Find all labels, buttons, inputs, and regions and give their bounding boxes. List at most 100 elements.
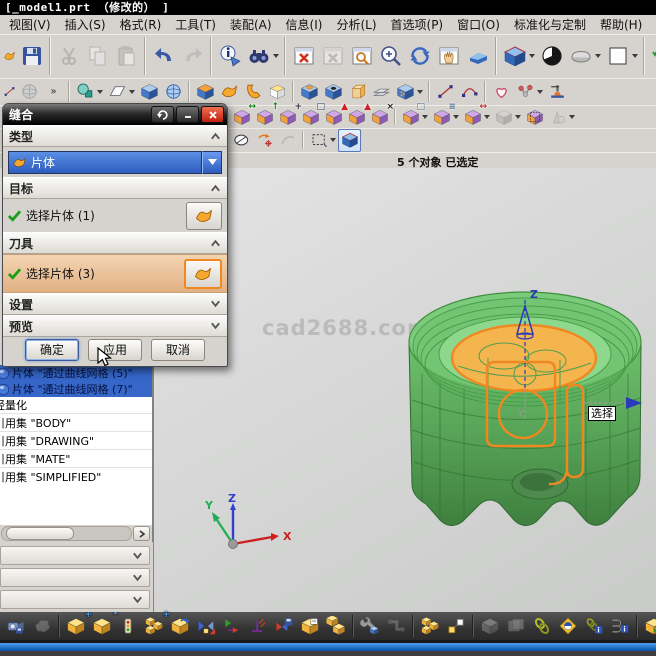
gray-feature-dropdown[interactable] bbox=[515, 115, 521, 122]
scrollbar-thumb[interactable] bbox=[6, 527, 74, 540]
expressions-dropdown[interactable] bbox=[537, 90, 543, 97]
interference-check-icon[interactable] bbox=[245, 613, 271, 639]
paste-face-icon[interactable]: ≡ bbox=[430, 105, 453, 128]
crown-face[interactable] bbox=[452, 325, 596, 391]
section-tool[interactable]: 刀具 bbox=[3, 232, 227, 254]
rectangle-select-icon[interactable] bbox=[307, 129, 330, 152]
link-information-icon[interactable]: i bbox=[581, 613, 607, 639]
curve-rule-icon[interactable] bbox=[276, 129, 299, 152]
window-inactive-icon[interactable] bbox=[318, 42, 347, 71]
paste-face-dropdown[interactable] bbox=[453, 115, 459, 122]
snap-enabled-icon[interactable] bbox=[338, 129, 361, 152]
find-component-icon[interactable] bbox=[244, 42, 273, 71]
shaded-display-icon[interactable] bbox=[500, 42, 529, 71]
menu-item-9[interactable]: 标准化与定制 bbox=[507, 15, 593, 34]
spline-heart-icon[interactable] bbox=[489, 80, 513, 104]
cancel-button[interactable]: 取消 bbox=[151, 339, 205, 361]
datum-csys-icon[interactable] bbox=[17, 80, 41, 104]
navigator-item-6[interactable]: 引用集 "SIMPLIFIED" bbox=[0, 467, 152, 485]
toolbar-overflow-icon[interactable]: » bbox=[41, 80, 65, 104]
fit-view-icon[interactable] bbox=[463, 42, 492, 71]
dialog-title-bar[interactable]: 缝合 bbox=[3, 104, 227, 125]
sketch-icon[interactable] bbox=[73, 80, 97, 104]
background-plain-dropdown[interactable] bbox=[632, 54, 638, 61]
joint-gray-icon[interactable] bbox=[383, 613, 409, 639]
section-settings[interactable]: 设置 bbox=[3, 293, 227, 315]
datum-plane-dropdown[interactable] bbox=[129, 90, 135, 97]
menu-item-6[interactable]: 分析(L) bbox=[329, 15, 383, 34]
expressions-icon[interactable] bbox=[513, 80, 537, 104]
assembly-tools-icon[interactable] bbox=[357, 613, 383, 639]
section-target[interactable]: 目标 bbox=[3, 177, 227, 199]
swept-sheet-icon[interactable] bbox=[217, 80, 241, 104]
section-preview[interactable]: 预览 bbox=[3, 315, 227, 337]
redo-icon[interactable] bbox=[178, 42, 207, 71]
copy-face-dropdown[interactable] bbox=[422, 115, 428, 122]
component-pair-icon[interactable] bbox=[323, 613, 349, 639]
section-type[interactable]: 类型 bbox=[3, 125, 227, 147]
datum-plane-icon[interactable] bbox=[105, 80, 129, 104]
type-dropdown-arrow[interactable] bbox=[202, 151, 222, 174]
relations-browser-icon[interactable]: i bbox=[607, 613, 633, 639]
wave-geometry-linker-icon[interactable] bbox=[555, 613, 581, 639]
gray-cube-a-icon[interactable] bbox=[477, 613, 503, 639]
replace-face-icon[interactable]: □ bbox=[299, 105, 322, 128]
section-clam-dropdown[interactable] bbox=[595, 54, 601, 61]
hole-icon[interactable] bbox=[321, 80, 345, 104]
collapsed-panel-3[interactable] bbox=[0, 590, 150, 609]
line-curve-icon[interactable] bbox=[433, 80, 457, 104]
datum-stamp-icon[interactable] bbox=[545, 80, 569, 104]
trim-sheet-icon[interactable] bbox=[369, 80, 393, 104]
delete-body-icon[interactable]: × bbox=[368, 105, 391, 128]
arc-curve-icon[interactable] bbox=[457, 80, 481, 104]
paste-icon[interactable] bbox=[112, 42, 141, 71]
scroll-right-button[interactable] bbox=[133, 526, 150, 541]
scrollbar-track[interactable] bbox=[1, 526, 132, 541]
navigator-item-0[interactable]: 片体 "通过曲线网格 (5)" bbox=[0, 365, 152, 381]
offset-region-icon[interactable]: + bbox=[276, 105, 299, 128]
render-style-icon[interactable] bbox=[537, 42, 566, 71]
sphere-primitive-icon[interactable] bbox=[161, 80, 185, 104]
resize-face-icon[interactable]: ▲ bbox=[345, 105, 368, 128]
save-icon[interactable] bbox=[17, 42, 46, 71]
navigator-item-5[interactable]: 引用集 "MATE" bbox=[0, 449, 152, 467]
mirror-assembly-icon[interactable] bbox=[193, 613, 219, 639]
navigator-item-2[interactable]: 轻量化 bbox=[0, 397, 152, 413]
cut-icon[interactable] bbox=[54, 42, 83, 71]
replace-component-icon[interactable] bbox=[271, 613, 297, 639]
ok-button[interactable]: 确定 bbox=[25, 339, 79, 361]
ruled-sheet-icon[interactable] bbox=[241, 80, 265, 104]
menu-item-10[interactable]: 帮助(H) bbox=[593, 15, 649, 34]
left-edge-partial-2-icon[interactable] bbox=[2, 80, 17, 104]
verify-assembly-icon[interactable] bbox=[641, 613, 656, 639]
target-sheet-button[interactable] bbox=[186, 202, 222, 230]
extrude-icon[interactable] bbox=[193, 80, 217, 104]
explode-components-icon[interactable] bbox=[417, 613, 443, 639]
pan-view-icon[interactable] bbox=[434, 42, 463, 71]
cone-sphere-icon[interactable] bbox=[546, 105, 569, 128]
find-component-dropdown[interactable] bbox=[273, 54, 279, 61]
snap-point-icon[interactable] bbox=[253, 129, 276, 152]
copy-icon[interactable] bbox=[83, 42, 112, 71]
tool-sheet-button[interactable] bbox=[184, 259, 222, 289]
menu-item-4[interactable]: 装配(A) bbox=[223, 15, 279, 34]
undo-icon[interactable] bbox=[149, 42, 178, 71]
menu-item-3[interactable]: 工具(T) bbox=[168, 15, 223, 34]
gray-feature-icon[interactable] bbox=[492, 105, 515, 128]
window-magnify-icon[interactable] bbox=[347, 42, 376, 71]
background-plain-icon[interactable] bbox=[603, 42, 632, 71]
record-movie-icon[interactable] bbox=[3, 613, 29, 639]
type-dropdown[interactable]: 片体 bbox=[8, 151, 202, 174]
bounded-plane-icon[interactable] bbox=[265, 80, 289, 104]
edit-cross-section-icon[interactable] bbox=[523, 105, 546, 128]
gray-pane-icon[interactable] bbox=[503, 613, 529, 639]
block-primitive-icon[interactable] bbox=[137, 80, 161, 104]
navigator-item-3[interactable]: 引用集 "BODY" bbox=[0, 413, 152, 431]
pattern-component-icon[interactable]: + bbox=[141, 613, 167, 639]
shaded-display-dropdown[interactable] bbox=[529, 54, 535, 61]
sequence-links-icon[interactable] bbox=[443, 613, 469, 639]
menu-item-5[interactable]: 信息(I) bbox=[279, 15, 330, 34]
dialog-minimize-button[interactable] bbox=[176, 106, 199, 123]
menu-item-8[interactable]: 窗口(O) bbox=[450, 15, 507, 34]
menu-item-1[interactable]: 插入(S) bbox=[58, 15, 113, 34]
